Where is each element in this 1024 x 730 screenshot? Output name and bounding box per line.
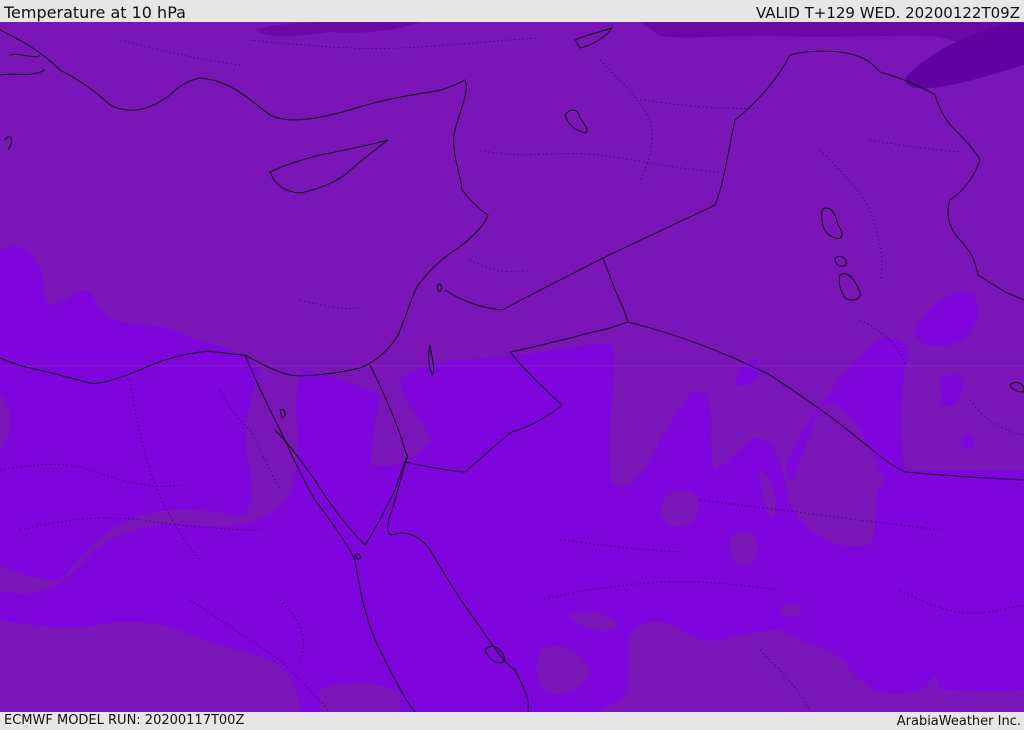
valid-time: VALID T+129 WED. 20200122T09Z (755, 4, 1020, 22)
weather-map (0, 22, 1024, 713)
header-bar: Temperature at 10 hPa VALID T+129 WED. 2… (0, 0, 1024, 22)
map-panel (0, 22, 1024, 713)
footer-bar: ECMWF MODEL RUN: 20200117T00Z ArabiaWeat… (0, 712, 1024, 729)
warm-pocket-8 (320, 683, 400, 712)
model-run-label: ECMWF MODEL RUN: 20200117T00Z (4, 713, 245, 728)
map-title: Temperature at 10 hPa (4, 3, 186, 22)
brand-label: ArabiaWeather Inc. (896, 714, 1021, 729)
